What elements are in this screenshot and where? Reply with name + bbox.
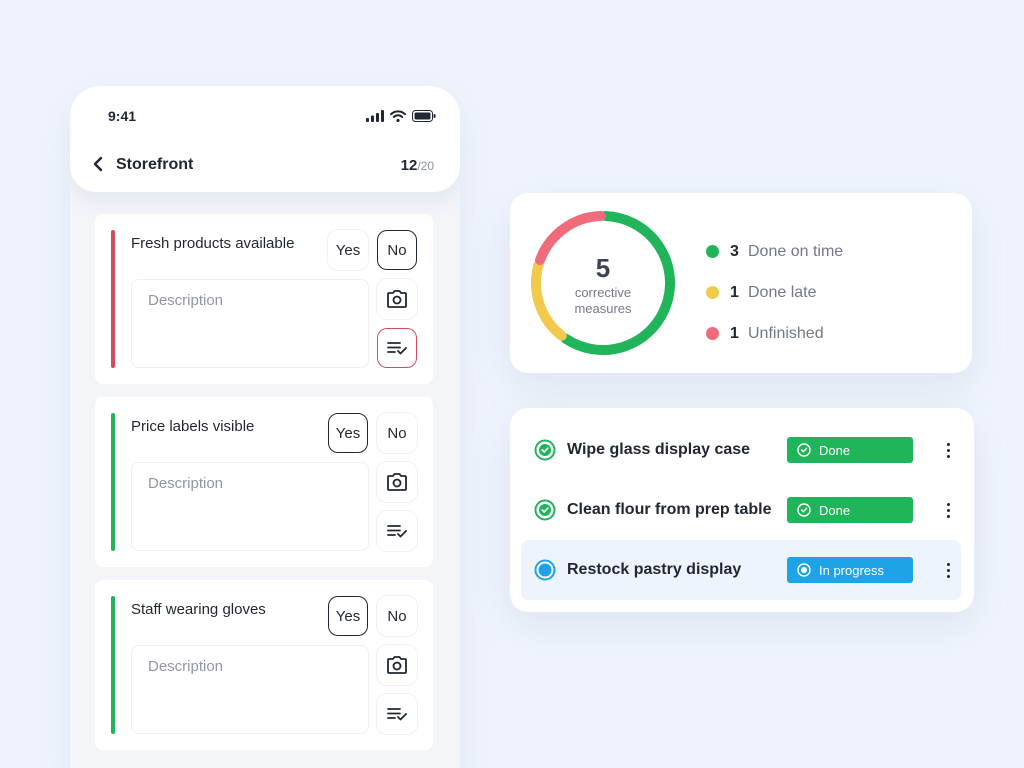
camera-button[interactable] bbox=[377, 645, 417, 685]
legend-count: 1 bbox=[730, 283, 739, 301]
check-circle-icon bbox=[797, 443, 811, 457]
donut-legend: 3 Done on time 1 Done late 1 Unfinished bbox=[706, 231, 843, 354]
description-field[interactable]: Description bbox=[131, 279, 369, 368]
camera-icon bbox=[387, 473, 407, 491]
no-button[interactable]: No bbox=[377, 596, 417, 636]
legend-item: 1 Unfinished bbox=[706, 313, 843, 354]
status-bar bbox=[111, 596, 115, 734]
add-measure-button[interactable] bbox=[377, 511, 417, 551]
status-badge[interactable]: Done bbox=[787, 437, 913, 463]
checklist-item: Price labels visible Yes No Description bbox=[95, 397, 433, 567]
no-button[interactable]: No bbox=[377, 230, 417, 270]
legend-count: 3 bbox=[730, 242, 739, 260]
more-options-icon[interactable] bbox=[941, 500, 955, 520]
more-options-icon[interactable] bbox=[941, 440, 955, 460]
status-icons bbox=[366, 110, 436, 122]
progress-total: /20 bbox=[417, 159, 434, 173]
status-badge-label: In progress bbox=[819, 562, 885, 578]
measures-summary-card: 5 corrective measures 3 Done on time 1 D… bbox=[510, 193, 972, 373]
legend-item: 3 Done on time bbox=[706, 231, 843, 272]
task-name: Restock pastry display bbox=[567, 561, 742, 578]
back-icon[interactable] bbox=[92, 156, 106, 172]
camera-button[interactable] bbox=[377, 279, 417, 319]
legend-label: Done on time bbox=[748, 242, 844, 260]
yes-button[interactable]: Yes bbox=[328, 596, 368, 636]
add-measure-button[interactable] bbox=[377, 694, 417, 734]
camera-button[interactable] bbox=[377, 462, 417, 502]
legend-dot bbox=[706, 327, 719, 340]
question-label: Staff wearing gloves bbox=[131, 601, 266, 618]
task-row[interactable]: Wipe glass display case Done bbox=[521, 420, 961, 480]
legend-item: 1 Done late bbox=[706, 272, 843, 313]
camera-icon bbox=[387, 290, 407, 308]
battery-icon bbox=[412, 110, 436, 122]
status-time: 9:41 bbox=[108, 108, 137, 124]
signal-icon bbox=[366, 110, 384, 122]
add-measure-button[interactable] bbox=[377, 328, 417, 368]
status-badge[interactable]: In progress bbox=[787, 557, 913, 583]
donut-total: 5 bbox=[595, 253, 611, 283]
check-circle-icon bbox=[797, 503, 811, 517]
in-progress-icon bbox=[797, 563, 811, 577]
more-options-icon[interactable] bbox=[941, 560, 955, 580]
wifi-icon bbox=[390, 110, 406, 122]
status-bar bbox=[111, 413, 115, 551]
list-check-icon bbox=[387, 525, 407, 538]
donut-label-line1: corrective bbox=[574, 285, 632, 300]
legend-label: Unfinished bbox=[748, 324, 824, 342]
no-button[interactable]: No bbox=[377, 413, 417, 453]
status-badge-label: Done bbox=[819, 502, 851, 518]
legend-dot bbox=[706, 286, 719, 299]
legend-count: 1 bbox=[730, 324, 739, 342]
legend-label: Done late bbox=[748, 283, 817, 301]
list-check-icon bbox=[387, 708, 407, 721]
app-header: 9:41 Storefront 12/20 bbox=[70, 86, 460, 192]
description-field[interactable]: Description bbox=[131, 645, 369, 734]
question-label: Price labels visible bbox=[131, 418, 255, 435]
task-row[interactable]: Restock pastry display In progress bbox=[521, 540, 961, 600]
checklist-item: Staff wearing gloves Yes No Description bbox=[95, 580, 433, 750]
tasks-card: Wipe glass display case Done Clean flour… bbox=[510, 408, 974, 612]
donut-label-line2: measures bbox=[574, 301, 632, 316]
legend-dot bbox=[706, 245, 719, 258]
description-field[interactable]: Description bbox=[131, 462, 369, 551]
status-bar bbox=[111, 230, 115, 368]
page-title: Storefront bbox=[116, 156, 194, 173]
checklist: Fresh products available Yes No Descript… bbox=[95, 214, 433, 763]
task-row[interactable]: Clean flour from prep table Done bbox=[521, 480, 961, 540]
status-badge-label: Done bbox=[819, 442, 851, 458]
check-circle-icon bbox=[534, 499, 556, 521]
task-name: Wipe glass display case bbox=[567, 441, 751, 458]
camera-icon bbox=[387, 656, 407, 674]
list-check-icon bbox=[387, 342, 407, 355]
in-progress-icon bbox=[534, 559, 556, 581]
status-badge[interactable]: Done bbox=[787, 497, 913, 523]
question-label: Fresh products available bbox=[131, 235, 295, 252]
progress-counter: 12/20 bbox=[401, 157, 434, 174]
check-circle-icon bbox=[534, 439, 556, 461]
yes-button[interactable]: Yes bbox=[328, 230, 368, 270]
progress-current: 12 bbox=[400, 157, 418, 174]
phone-mockup: 9:41 Storefront 12/20 Fresh products ava… bbox=[70, 86, 460, 768]
checklist-item: Fresh products available Yes No Descript… bbox=[95, 214, 433, 384]
yes-button[interactable]: Yes bbox=[328, 413, 368, 453]
task-name: Clean flour from prep table bbox=[567, 501, 772, 518]
